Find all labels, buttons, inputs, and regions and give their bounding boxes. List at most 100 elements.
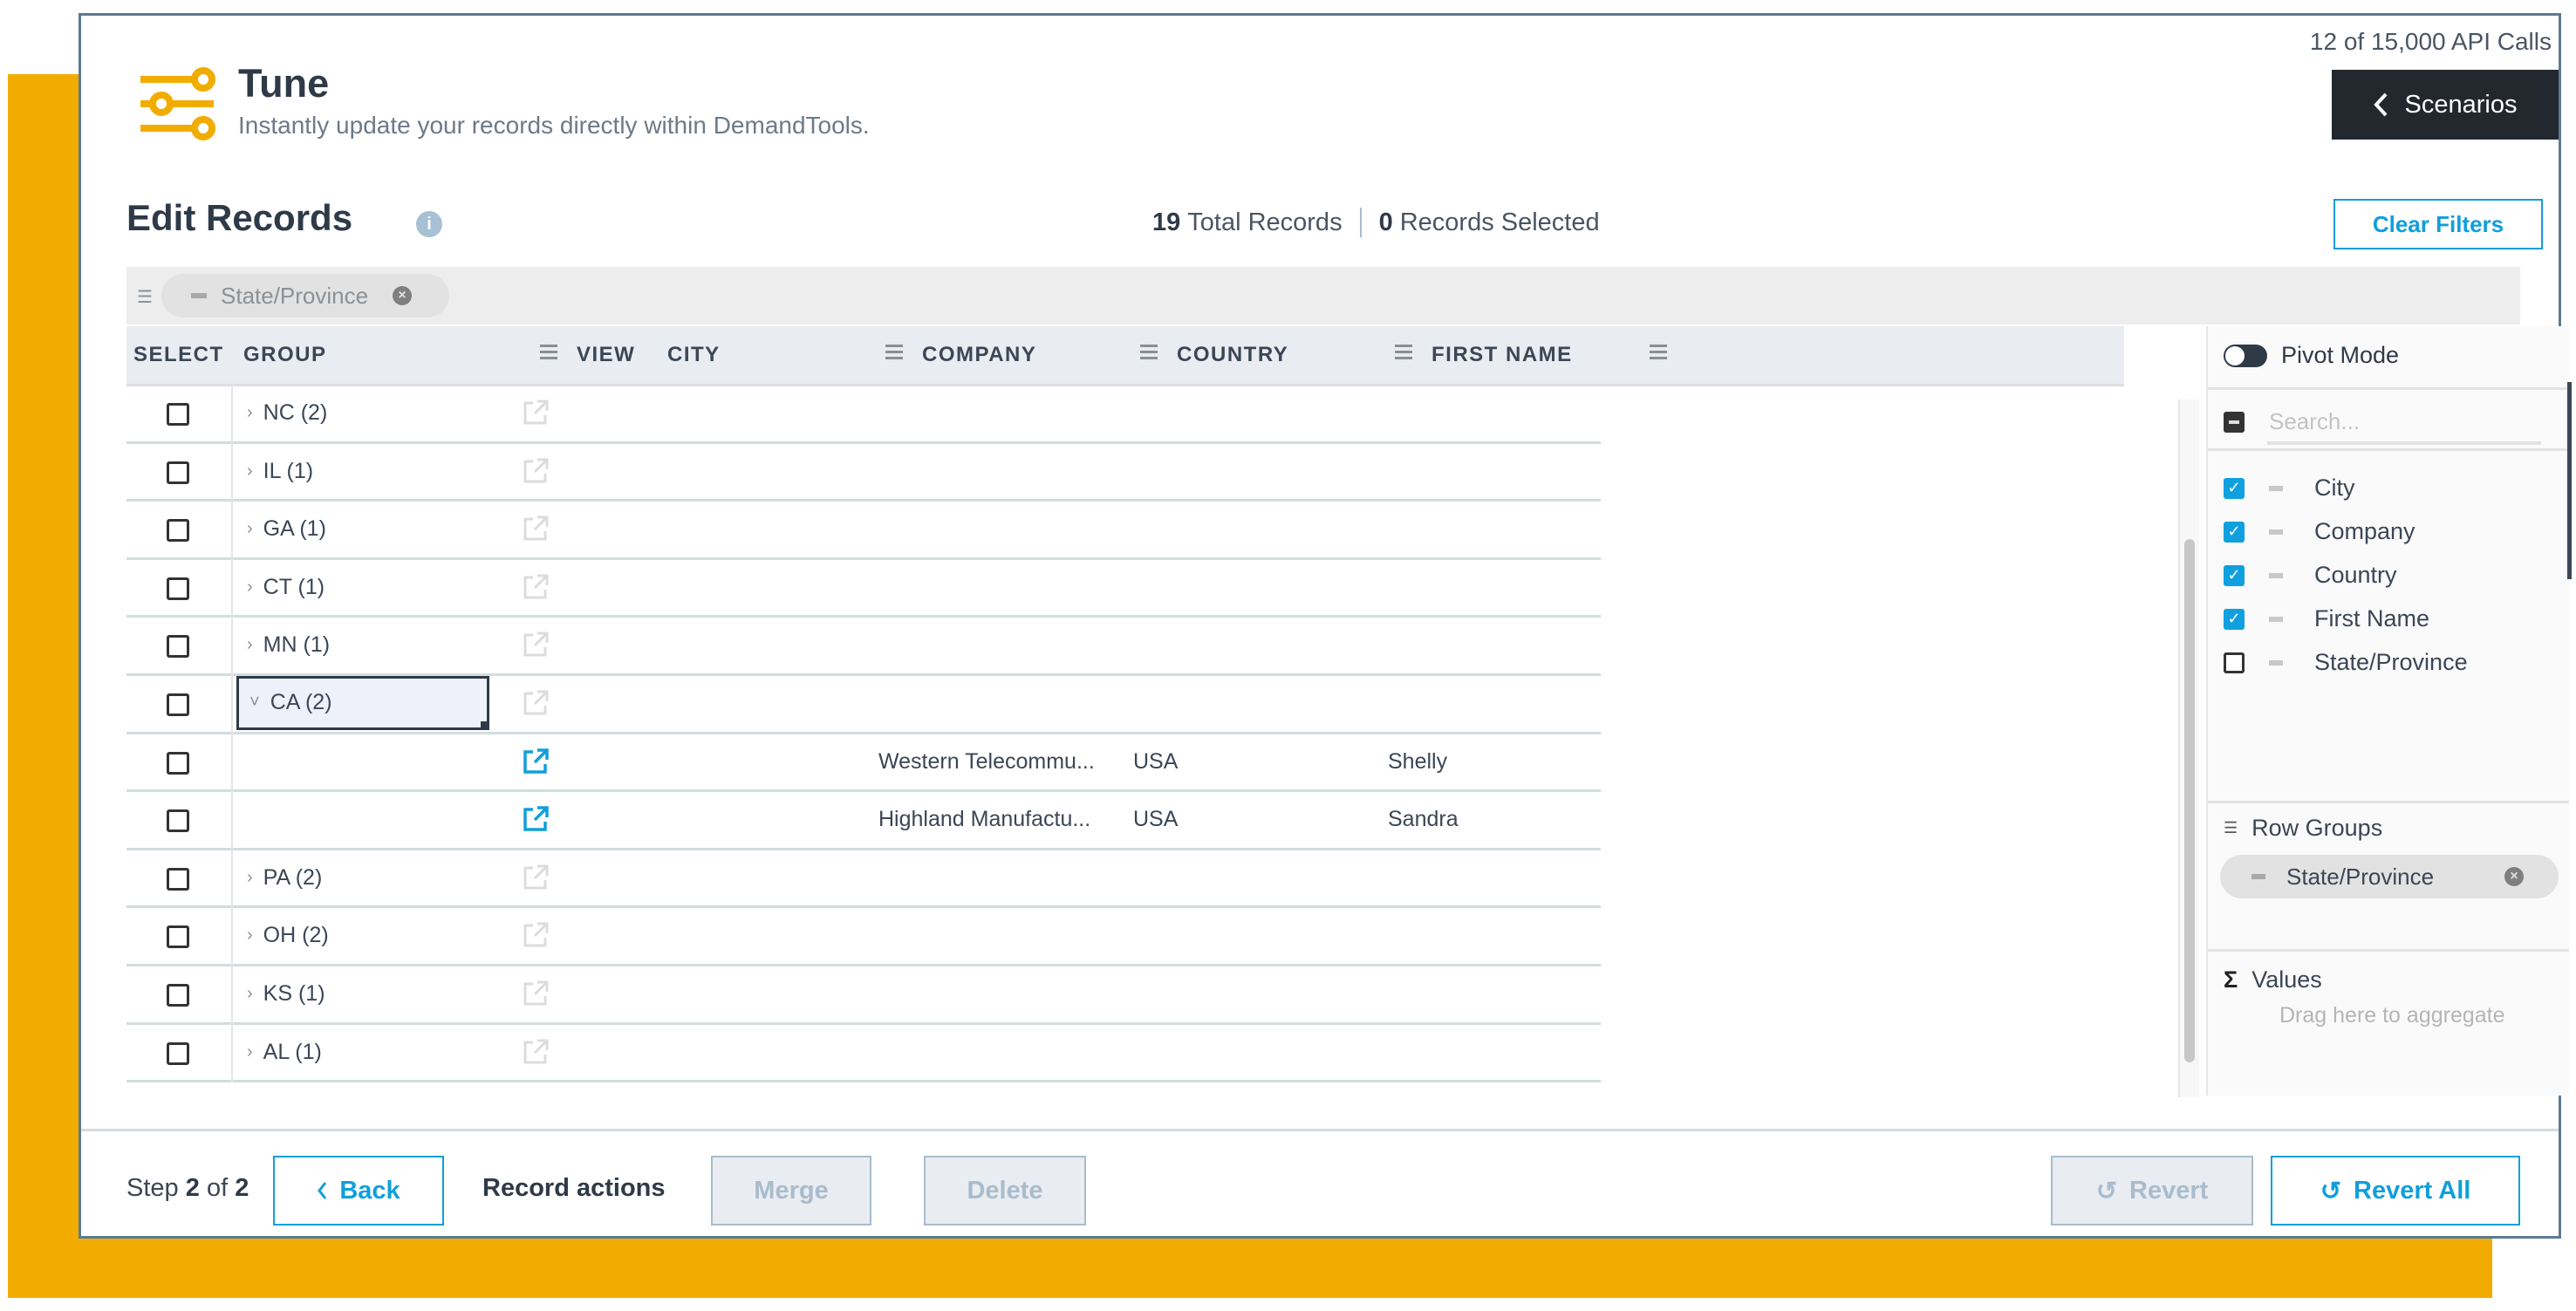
column-menu-icon[interactable] [1395, 345, 1412, 362]
group-cell[interactable]: › PA (2) [236, 850, 322, 905]
header-company[interactable]: COMPANY [922, 326, 1036, 384]
table-row[interactable]: › CT (1) [126, 559, 1601, 618]
row-checkbox[interactable] [167, 693, 189, 716]
group-cell[interactable]: › GA (1) [236, 502, 326, 556]
group-cell[interactable]: › KS (1) [236, 966, 325, 1021]
column-item-first-name[interactable]: ✓ First Name [2224, 605, 2429, 632]
scenarios-button[interactable]: Scenarios [2332, 70, 2559, 140]
group-chip-state-province[interactable]: State/Province × [161, 274, 449, 318]
select-all-columns-checkbox[interactable] [2224, 412, 2245, 433]
row-checkbox[interactable] [167, 635, 189, 659]
drag-handle-icon[interactable] [2269, 616, 2283, 622]
chevron-right-icon[interactable]: › [247, 519, 253, 539]
scrollbar-thumb[interactable] [2184, 539, 2195, 1062]
chevron-right-icon[interactable]: › [247, 403, 253, 423]
column-menu-icon[interactable] [885, 345, 903, 362]
back-button[interactable]: Back [273, 1156, 444, 1226]
company-cell[interactable]: Highland Manufactu... [878, 792, 1090, 847]
chevron-right-icon[interactable]: › [247, 461, 253, 481]
column-menu-icon[interactable] [1650, 345, 1667, 362]
row-checkbox[interactable] [167, 809, 189, 833]
values-drop-zone[interactable]: Drag here to aggregate [2279, 1003, 2505, 1028]
column-item-country[interactable]: ✓ Country [2224, 562, 2397, 589]
table-row[interactable]: › NC (2) [126, 386, 1601, 444]
row-checkbox[interactable] [167, 519, 189, 543]
chevron-right-icon[interactable]: › [247, 868, 253, 888]
group-cell[interactable]: › MN (1) [236, 618, 330, 673]
open-record-icon[interactable] [521, 747, 550, 776]
row-checkbox[interactable] [167, 461, 189, 484]
delete-button[interactable]: Delete [924, 1156, 1086, 1226]
fill-handle[interactable] [481, 720, 489, 730]
remove-row-group-icon[interactable]: × [2504, 867, 2524, 886]
chevron-right-icon[interactable]: › [247, 577, 253, 597]
vertical-scrollbar[interactable] [2178, 399, 2199, 1097]
table-row[interactable]: › IL (1) [126, 443, 1601, 502]
table-row[interactable]: ˅ CA (2) [126, 675, 1601, 734]
chevron-right-icon[interactable]: › [247, 1042, 253, 1062]
table-row[interactable]: › PA (2) [126, 850, 1601, 909]
checkbox-unchecked[interactable] [2224, 652, 2245, 673]
group-cell[interactable]: › AL (1) [236, 1025, 322, 1080]
checkbox-checked[interactable]: ✓ [2224, 477, 2245, 499]
row-checkbox[interactable] [167, 867, 189, 891]
column-menu-icon[interactable] [1140, 345, 1158, 362]
open-record-icon[interactable] [521, 804, 550, 834]
drag-handle-icon[interactable] [2269, 529, 2283, 535]
column-item-state-province[interactable]: State/Province [2224, 649, 2468, 676]
checkbox-checked[interactable]: ✓ [2224, 564, 2245, 586]
table-row[interactable]: Highland Manufactu... USA Sandra [126, 792, 1601, 850]
row-checkbox[interactable] [167, 751, 189, 775]
column-menu-icon[interactable] [540, 345, 557, 362]
merge-button[interactable]: Merge [711, 1156, 871, 1226]
table-row[interactable]: › AL (1) [126, 1024, 1601, 1083]
row-checkbox[interactable] [167, 925, 189, 949]
table-row[interactable]: › GA (1) [126, 502, 1601, 560]
drag-handle-icon[interactable] [2269, 485, 2283, 491]
drag-handle-icon[interactable] [2269, 572, 2283, 578]
table-row[interactable]: › OH (2) [126, 908, 1601, 966]
checkbox-checked[interactable]: ✓ [2224, 521, 2245, 543]
revert-button[interactable]: ↺ Revert [2051, 1156, 2253, 1226]
drag-handle-icon[interactable] [191, 293, 207, 298]
chevron-right-icon[interactable]: › [247, 925, 253, 946]
table-row[interactable]: › KS (1) [126, 966, 1601, 1025]
group-cell[interactable]: › OH (2) [236, 908, 329, 963]
header-first-name[interactable]: FIRST NAME [1431, 326, 1573, 384]
drag-handle-icon[interactable] [2269, 659, 2283, 666]
info-icon[interactable]: i [416, 211, 442, 237]
group-cell-selected[interactable]: ˅ CA (2) [236, 675, 489, 730]
row-group-drop-zone[interactable]: ☰ State/Province × [126, 267, 2520, 324]
row-checkbox[interactable] [167, 1041, 189, 1065]
row-checkbox[interactable] [167, 403, 189, 426]
company-cell[interactable]: Western Telecommu... [878, 734, 1095, 789]
columns-side-tab[interactable]: ⠿ Columns [2567, 382, 2576, 579]
country-cell[interactable]: USA [1133, 734, 1178, 789]
chevron-right-icon[interactable]: › [247, 984, 253, 1004]
column-item-company[interactable]: ✓ Company [2224, 518, 2415, 545]
group-cell[interactable]: › CT (1) [236, 560, 325, 615]
group-cell[interactable]: › NC (2) [236, 386, 327, 440]
chevron-right-icon[interactable]: › [247, 635, 253, 655]
header-city[interactable]: CITY [667, 326, 721, 384]
row-checkbox[interactable] [167, 577, 189, 600]
toggle-switch[interactable] [2224, 344, 2267, 367]
revert-all-button[interactable]: ↺ Revert All [2271, 1156, 2520, 1226]
header-country[interactable]: COUNTRY [1177, 326, 1288, 384]
group-cell[interactable]: › IL (1) [236, 444, 313, 499]
column-item-city[interactable]: ✓ City [2224, 475, 2355, 502]
clear-filters-button[interactable]: Clear Filters [2333, 199, 2543, 249]
row-checkbox[interactable] [167, 983, 189, 1007]
header-group[interactable]: GROUP [243, 326, 327, 384]
column-search-input[interactable] [2267, 401, 2541, 445]
table-row[interactable]: › MN (1) [126, 618, 1601, 676]
checkbox-checked[interactable]: ✓ [2224, 608, 2245, 630]
pivot-mode-toggle[interactable]: Pivot Mode [2224, 342, 2399, 369]
first-name-cell[interactable]: Shelly [1388, 734, 1447, 789]
row-group-chip[interactable]: State/Province × [2220, 855, 2559, 898]
remove-group-icon[interactable]: × [393, 286, 413, 305]
chevron-down-icon[interactable]: ˅ [249, 693, 260, 713]
drag-handle-icon[interactable] [2251, 874, 2265, 879]
first-name-cell[interactable]: Sandra [1388, 792, 1459, 847]
table-row[interactable]: Western Telecommu... USA Shelly [126, 734, 1601, 793]
